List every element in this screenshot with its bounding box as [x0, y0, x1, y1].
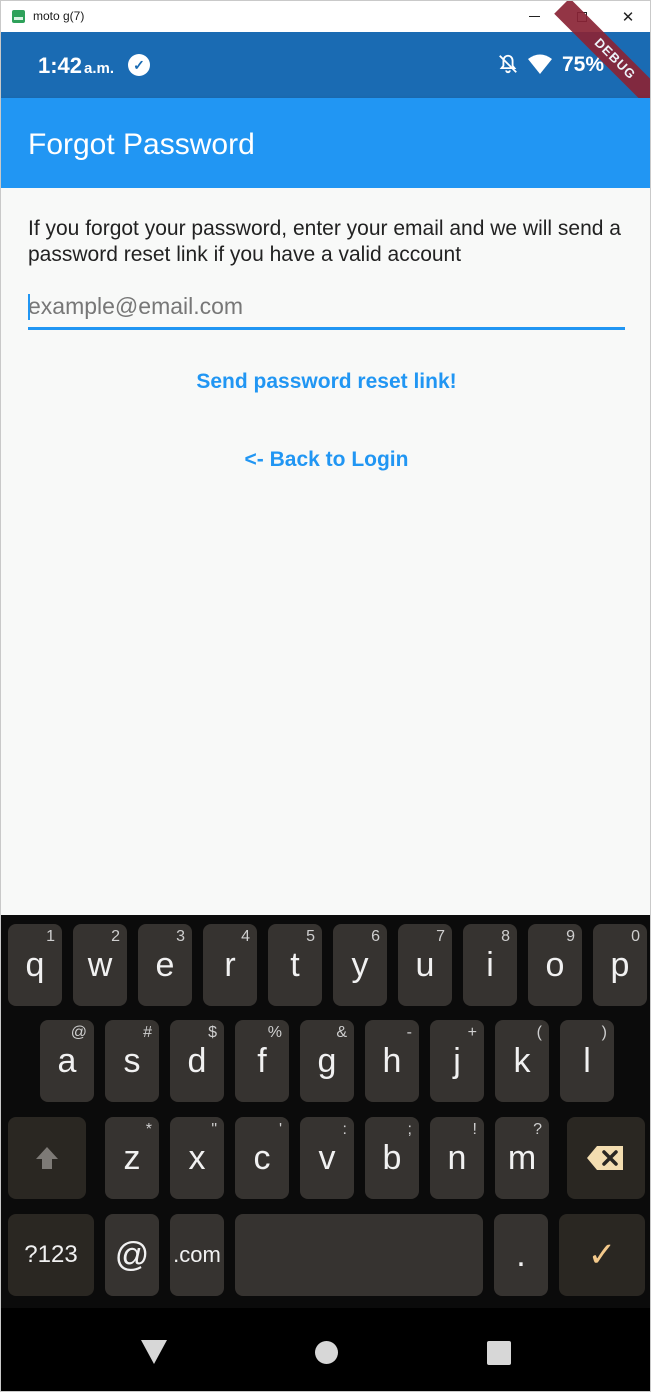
emulator-window: moto g(7) ✕ 1:42 a.m. ✓ 75% DEBUG Forgot …: [0, 0, 651, 1392]
key-hint: $: [208, 1024, 217, 1041]
key-hint: 7: [436, 928, 445, 945]
key-t[interactable]: t5: [268, 924, 322, 1006]
key-hint: ?: [533, 1121, 542, 1138]
key-u[interactable]: u7: [398, 924, 452, 1006]
key-m[interactable]: m?: [495, 1117, 549, 1199]
key-l[interactable]: l): [560, 1020, 614, 1102]
clock-ampm: a.m.: [84, 60, 115, 77]
minimize-button[interactable]: [512, 1, 556, 32]
key-hint: ;: [407, 1121, 412, 1138]
key-hint: -: [406, 1024, 412, 1041]
shift-icon: [36, 1147, 58, 1169]
key-hint: 9: [566, 928, 575, 945]
key-d[interactable]: d $: [170, 1020, 224, 1102]
wifi-icon: [528, 54, 552, 74]
key-o[interactable]: o9: [528, 924, 582, 1006]
symbols-key[interactable]: ?123: [8, 1214, 94, 1296]
nav-home-icon[interactable]: [315, 1341, 338, 1364]
status-clock: 1:42 a.m.: [38, 53, 114, 79]
minimize-icon: [528, 16, 540, 17]
forgot-password-form: If you forgot your password, enter your …: [1, 188, 650, 915]
enter-key[interactable]: ✓: [559, 1214, 645, 1296]
key-e[interactable]: e3: [138, 924, 192, 1006]
key-s[interactable]: s #: [105, 1020, 159, 1102]
key-hint: !: [472, 1121, 477, 1138]
window-title: moto g(7): [33, 9, 85, 23]
back-to-login-link[interactable]: <- Back to Login: [1, 448, 650, 472]
android-nav-bar: [1, 1308, 650, 1391]
key-h[interactable]: h-: [365, 1020, 419, 1102]
bell-off-icon: [499, 54, 517, 74]
close-icon: ✕: [621, 8, 635, 26]
key-hint: 4: [241, 928, 250, 945]
instructions-text: If you forgot your password, enter your …: [28, 217, 621, 266]
key-x[interactable]: x ": [170, 1117, 224, 1199]
window-titlebar: moto g(7) ✕: [1, 1, 650, 32]
page-title: Forgot Password: [28, 128, 255, 161]
dot-com-key[interactable]: .com: [170, 1214, 224, 1296]
nav-recent-apps-icon[interactable]: [487, 1341, 511, 1365]
send-reset-link-button[interactable]: Send password reset link!: [1, 370, 650, 394]
key-hint: +: [467, 1024, 477, 1041]
key-hint: @: [70, 1024, 87, 1041]
key-hint: (: [536, 1024, 542, 1041]
clock-time: 1:42: [38, 53, 83, 78]
key-hint: 1: [46, 928, 55, 945]
key-j[interactable]: j +: [430, 1020, 484, 1102]
key-hint: ': [278, 1121, 282, 1138]
key-hint: 6: [371, 928, 380, 945]
key-q[interactable]: q1: [8, 924, 62, 1006]
key-c[interactable]: c ': [235, 1117, 289, 1199]
key-i[interactable]: i8: [463, 924, 517, 1006]
key-hint: &: [336, 1024, 347, 1041]
key-b[interactable]: b;: [365, 1117, 419, 1199]
email-field[interactable]: [28, 286, 625, 330]
android-app-icon: [12, 10, 25, 23]
key-hint: 8: [501, 928, 510, 945]
key-hint: 5: [306, 928, 315, 945]
key-a[interactable]: a @: [40, 1020, 94, 1102]
key-v[interactable]: v:: [300, 1117, 354, 1199]
key-hint: 2: [111, 928, 120, 945]
key-k[interactable]: k(: [495, 1020, 549, 1102]
key-g[interactable]: g &: [300, 1020, 354, 1102]
backspace-key[interactable]: [567, 1117, 645, 1199]
text-cursor: [28, 294, 30, 320]
check-circle-icon: ✓: [128, 54, 150, 76]
key-hint: 0: [631, 928, 640, 945]
at-key[interactable]: @: [105, 1214, 159, 1296]
close-window-button[interactable]: ✕: [606, 1, 650, 32]
key-hint: #: [143, 1024, 152, 1041]
key-hint: %: [267, 1024, 282, 1041]
shift-key[interactable]: [8, 1117, 86, 1199]
app-bar: Forgot Password: [1, 98, 650, 188]
key-hint: *: [145, 1121, 152, 1138]
key-hint: :: [342, 1121, 347, 1138]
period-key[interactable]: .: [494, 1214, 548, 1296]
key-n[interactable]: n!: [430, 1117, 484, 1199]
key-p[interactable]: p0: [593, 924, 647, 1006]
key-r[interactable]: r4: [203, 924, 257, 1006]
nav-back-icon[interactable]: [141, 1340, 167, 1364]
on-screen-keyboard: q1w2e3r4t5y6u7i8o9p0 a @ s # d $ f% g & h - j + k(l) …: [1, 915, 650, 1308]
key-hint: ): [601, 1024, 607, 1041]
checkmark-icon: ✓: [587, 1236, 617, 1274]
key-w[interactable]: w2: [73, 924, 127, 1006]
key-hint: 3: [176, 928, 185, 945]
key-y[interactable]: y6: [333, 924, 387, 1006]
space-key[interactable]: [235, 1214, 483, 1296]
android-status-bar: 1:42 a.m. ✓ 75% DEBUG: [1, 1, 650, 120]
backspace-icon: [587, 1146, 623, 1170]
key-f[interactable]: f%: [235, 1020, 289, 1102]
key-z[interactable]: z *: [105, 1117, 159, 1199]
key-hint: ": [211, 1121, 217, 1138]
